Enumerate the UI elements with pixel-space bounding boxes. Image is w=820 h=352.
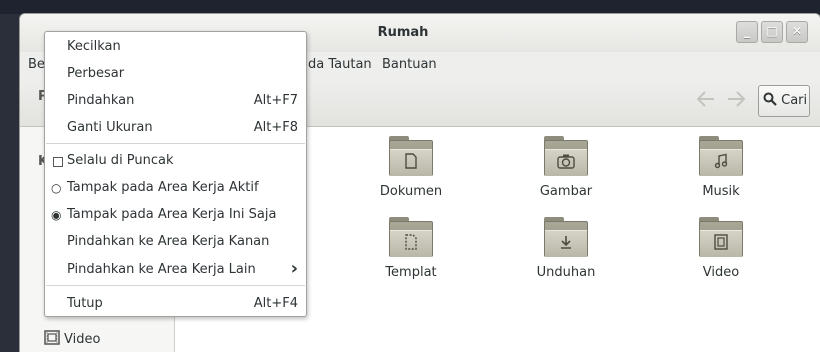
menu-item-tampak-ini-saja[interactable]: ◉ Tampak pada Area Kerja Ini Saja bbox=[45, 203, 306, 227]
menu-item-tampak-aktif[interactable]: ○ Tampak pada Area Kerja Aktif bbox=[45, 176, 306, 200]
folder-icon bbox=[389, 217, 433, 257]
camera-icon bbox=[556, 153, 576, 173]
folder-label: Video bbox=[702, 265, 740, 280]
folder-icon bbox=[544, 217, 588, 257]
folder-icon bbox=[699, 217, 743, 257]
film-icon bbox=[44, 330, 60, 349]
search-icon bbox=[763, 92, 781, 108]
folder-item[interactable]: Gambar bbox=[521, 136, 611, 199]
menu-item-accelerator: Alt+F8 bbox=[253, 120, 298, 135]
menu-item-pindahkan-lain[interactable]: Pindahkan ke Area Kerja Lain › bbox=[45, 258, 306, 282]
folder-item[interactable]: Unduhan bbox=[521, 217, 611, 280]
maximize-button[interactable]: □ bbox=[761, 21, 783, 43]
film-icon bbox=[713, 234, 729, 254]
menu-item-label: Tutup bbox=[67, 296, 103, 311]
search-button[interactable]: Cari bbox=[758, 85, 810, 117]
document-icon bbox=[403, 153, 419, 173]
menu-item-partial-tautan[interactable]: da Tautan bbox=[308, 57, 372, 72]
radio-selected-icon: ◉ bbox=[51, 208, 62, 222]
folder-item[interactable]: Dokumen bbox=[366, 136, 456, 199]
sidebar-item-label: Video bbox=[64, 332, 101, 347]
menu-item-label: Pindahkan ke Area Kerja Lain bbox=[67, 262, 256, 277]
folder-item[interactable]: Musik bbox=[676, 136, 766, 199]
menu-item-accelerator: Alt+F7 bbox=[253, 93, 298, 108]
menu-item-label: Perbesar bbox=[67, 66, 125, 81]
menu-separator bbox=[46, 143, 305, 144]
menu-item-label: Pindahkan ke Area Kerja Kanan bbox=[67, 234, 270, 249]
folder-label: Musik bbox=[702, 184, 740, 199]
folder-label: Dokumen bbox=[379, 184, 443, 199]
menu-item-label: Ganti Ukuran bbox=[67, 120, 153, 135]
folder-label: Templat bbox=[385, 265, 437, 280]
folder-icon bbox=[544, 136, 588, 176]
menu-item-tutup[interactable]: Tutup Alt+F4 bbox=[45, 292, 306, 316]
folder-icon bbox=[699, 136, 743, 176]
music-icon bbox=[713, 153, 729, 173]
download-icon bbox=[558, 234, 574, 254]
search-label: Cari bbox=[781, 93, 808, 108]
menu-item-partial[interactable]: Be bbox=[28, 57, 45, 72]
back-arrow-icon[interactable] bbox=[696, 90, 716, 113]
template-icon bbox=[403, 234, 419, 254]
menu-item-label: Tampak pada Area Kerja Ini Saja bbox=[67, 207, 277, 222]
menu-separator bbox=[46, 285, 305, 286]
menu-item-bantuan[interactable]: Bantuan bbox=[382, 57, 437, 72]
forward-arrow-icon[interactable] bbox=[726, 90, 746, 113]
minimize-button[interactable]: _ bbox=[736, 21, 758, 43]
menu-item-kecilkan[interactable]: Kecilkan bbox=[45, 35, 306, 59]
sidebar-item-video[interactable]: Video bbox=[44, 330, 100, 349]
menu-item-label: Selalu di Puncak bbox=[67, 153, 174, 168]
desktop-top-bar bbox=[0, 0, 820, 14]
radio-unselected-icon: ○ bbox=[51, 181, 62, 195]
menu-item-pindahkan[interactable]: Pindahkan Alt+F7 bbox=[45, 89, 306, 113]
chevron-right-icon: › bbox=[290, 258, 298, 279]
close-button[interactable]: ✕ bbox=[786, 21, 808, 43]
folder-item[interactable]: Templat bbox=[366, 217, 456, 280]
folder-item[interactable]: Video bbox=[676, 217, 766, 280]
menu-item-pindahkan-kanan[interactable]: Pindahkan ke Area Kerja Kanan bbox=[45, 230, 306, 254]
menu-item-label: Pindahkan bbox=[67, 93, 135, 108]
folder-label: Unduhan bbox=[536, 265, 596, 280]
menu-item-selalu-di-puncak[interactable]: Selalu di Puncak bbox=[45, 149, 306, 173]
menu-item-accelerator: Alt+F4 bbox=[253, 296, 298, 311]
folder-label: Gambar bbox=[539, 184, 593, 199]
window-menu: Kecilkan Perbesar Pindahkan Alt+F7 Ganti… bbox=[44, 31, 307, 317]
menu-item-ganti-ukuran[interactable]: Ganti Ukuran Alt+F8 bbox=[45, 116, 306, 140]
menu-item-perbesar[interactable]: Perbesar bbox=[45, 62, 306, 86]
menu-item-label: Kecilkan bbox=[67, 39, 121, 54]
checkbox-unchecked-icon bbox=[53, 157, 63, 167]
menu-item-label: Tampak pada Area Kerja Aktif bbox=[67, 180, 259, 195]
folder-icon bbox=[389, 136, 433, 176]
